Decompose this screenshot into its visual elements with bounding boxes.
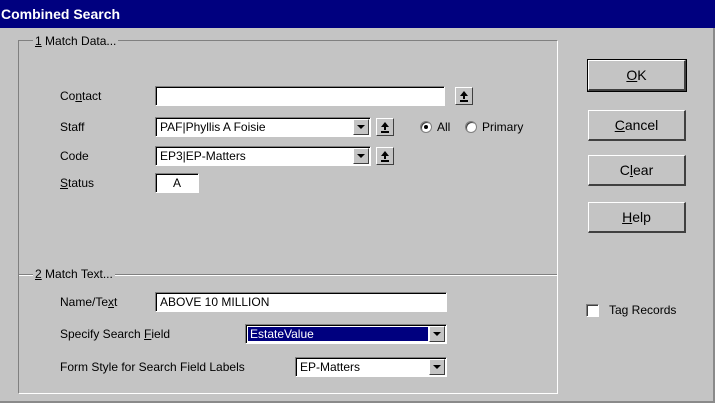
status-input[interactable]: A <box>155 173 199 193</box>
search-field-select[interactable]: EstateValue <box>245 324 447 344</box>
cancel-button[interactable]: Cancel <box>588 110 686 141</box>
staff-primary-radio[interactable] <box>465 121 477 133</box>
form-style-value: EP-Matters <box>300 360 361 374</box>
staff-value: PAF|Phyllis A Foisie <box>160 120 266 134</box>
upload-arrow-icon <box>381 122 389 133</box>
contact-input[interactable] <box>155 86 445 106</box>
match-data-heading: 1 Match Data... <box>33 34 119 48</box>
name-text-input[interactable]: ABOVE 10 MILLION <box>155 292 447 312</box>
upload-arrow-icon <box>381 151 389 162</box>
search-field-label: Specify Search Field <box>60 327 171 341</box>
combined-search-dialog: Combined Search 1 Match Data... Contact … <box>0 0 715 403</box>
code-value: EP3|EP-Matters <box>160 149 246 163</box>
name-text-label: Name/Text <box>60 295 118 309</box>
match-text-heading: 2 Match Text... <box>33 267 115 281</box>
staff-lookup-button[interactable] <box>376 118 394 136</box>
status-label: Status <box>60 176 95 190</box>
staff-all-label: All <box>437 120 451 134</box>
staff-all-radio[interactable] <box>420 121 432 133</box>
form-style-select[interactable]: EP-Matters <box>295 357 447 377</box>
code-select[interactable]: EP3|EP-Matters <box>155 146 371 166</box>
window-title: Combined Search <box>0 0 715 28</box>
form-style-label: Form Style for Search Field Labels <box>60 360 245 374</box>
code-lookup-button[interactable] <box>376 147 394 165</box>
code-label: Code <box>60 149 89 163</box>
tag-records-label: Tag Records <box>609 303 677 317</box>
tag-records-checkbox[interactable] <box>586 304 599 317</box>
staff-label: Staff <box>60 120 85 134</box>
contact-lookup-button[interactable] <box>455 87 473 105</box>
ok-button[interactable]: OK <box>587 59 687 92</box>
staff-primary-label: Primary <box>482 120 524 134</box>
upload-arrow-icon <box>460 91 468 102</box>
chevron-down-icon[interactable] <box>429 359 445 375</box>
clear-button[interactable]: Clear <box>588 155 686 186</box>
contact-label: Contact <box>60 89 102 103</box>
search-field-value: EstateValue <box>248 327 428 341</box>
chevron-down-icon[interactable] <box>353 119 369 135</box>
help-button[interactable]: Help <box>588 202 686 233</box>
staff-select[interactable]: PAF|Phyllis A Foisie <box>155 117 371 137</box>
chevron-down-icon[interactable] <box>429 326 445 342</box>
chevron-down-icon[interactable] <box>353 148 369 164</box>
